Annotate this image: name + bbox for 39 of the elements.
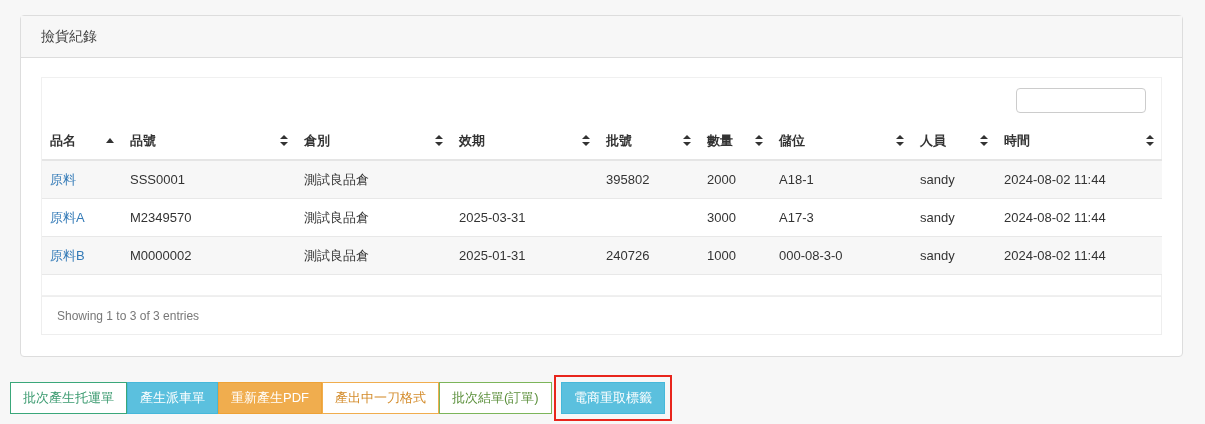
table-cell: sandy <box>920 247 955 263</box>
table-cell: SSS0001 <box>130 171 185 187</box>
column-header[interactable]: 倉別 <box>296 130 451 151</box>
table-cell: 2024-08-02 11:44 <box>1004 247 1106 263</box>
table-cell: sandy <box>920 209 955 225</box>
table-cell: 000-08-3-0 <box>779 247 843 263</box>
table-cell: 2024-08-02 11:44 <box>1004 171 1106 187</box>
column-header[interactable]: 人員 <box>912 130 996 151</box>
table-cell: M2349570 <box>130 209 192 225</box>
table-cell: 2025-01-31 <box>459 247 526 263</box>
item-link[interactable]: 原料 <box>50 171 76 187</box>
panel-title: 撿貨紀錄 <box>41 27 97 46</box>
table-cell: A18-1 <box>779 171 814 187</box>
column-header[interactable]: 效期 <box>451 130 598 151</box>
column-header[interactable]: 時間 <box>996 130 1162 151</box>
column-header[interactable]: 數量 <box>699 130 771 151</box>
column-header[interactable]: 品名 <box>42 130 122 151</box>
table-info: Showing 1 to 3 of 3 entries <box>57 307 200 325</box>
column-header[interactable]: 儲位 <box>771 130 912 151</box>
table-cell: 測試良品倉 <box>304 171 369 187</box>
table-cell: 3000 <box>707 209 736 225</box>
table-cell: M0000002 <box>130 247 192 263</box>
table-cell: sandy <box>920 171 955 187</box>
column-header[interactable]: 批號 <box>598 130 699 151</box>
table-cell: 2025-03-31 <box>459 209 526 225</box>
column-header[interactable]: 品號 <box>122 130 296 151</box>
item-link[interactable]: 原料A <box>50 209 85 225</box>
table-cell: 測試良品倉 <box>304 209 369 225</box>
table-cell: 2000 <box>707 171 736 187</box>
action-button[interactable]: 批次結單(訂單) <box>439 382 552 414</box>
table-cell: 2024-08-02 11:44 <box>1004 209 1106 225</box>
search-field[interactable] <box>1016 88 1146 113</box>
action-button[interactable]: 批次產生托運單 <box>10 382 127 414</box>
item-link[interactable]: 原料B <box>50 247 85 263</box>
table-cell: 395802 <box>606 171 650 187</box>
table-cell: 1000 <box>707 247 736 263</box>
table-cell: 測試良品倉 <box>304 247 369 263</box>
table-cell: A17-3 <box>779 209 814 225</box>
table-cell: 240726 <box>606 247 650 263</box>
